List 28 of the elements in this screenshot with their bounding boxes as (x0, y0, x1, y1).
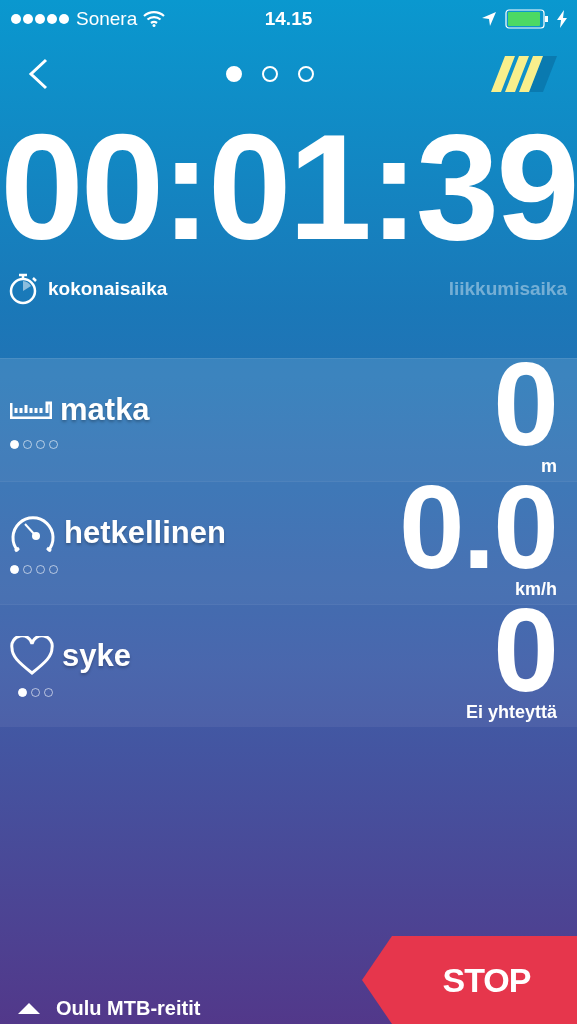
charging-icon (557, 10, 567, 28)
metric-panel[interactable]: hetkellinen 0.0km/h (0, 481, 577, 604)
page-dot[interactable] (225, 66, 242, 82)
metric-label: syke (62, 637, 131, 674)
metric-unit: Ei yhteyttä (465, 702, 557, 723)
up-arrow-icon[interactable] (18, 1003, 40, 1014)
metric-unit: m (541, 456, 557, 477)
route-name[interactable]: Oulu MTB-reitit (56, 997, 201, 1020)
back-icon[interactable] (28, 58, 48, 90)
heart-icon (10, 635, 54, 676)
stripes-logo-icon[interactable] (491, 56, 557, 92)
signal-icon (10, 13, 70, 25)
stopwatch-icon (8, 273, 38, 305)
wifi-icon (143, 11, 166, 27)
ruler-icon (10, 400, 52, 419)
elapsed-time: 00:01:39 (0, 110, 577, 265)
metric-unit: km/h (515, 579, 557, 600)
location-arrow-icon (481, 11, 497, 27)
battery-icon (505, 9, 549, 29)
time-mode-label[interactable]: kokonaisaika (48, 278, 168, 300)
carrier-name: Sonera (76, 8, 138, 30)
stop-button[interactable]: STOP (362, 936, 577, 1024)
metric-label: hetkellinen (64, 514, 226, 551)
metric-panel[interactable]: syke 0 Ei yhteyttä (0, 604, 577, 727)
clock-time: 14.15 (264, 8, 313, 29)
page-dot[interactable] (261, 66, 278, 82)
page-dot[interactable] (297, 66, 314, 82)
metric-label: matka (60, 391, 150, 428)
